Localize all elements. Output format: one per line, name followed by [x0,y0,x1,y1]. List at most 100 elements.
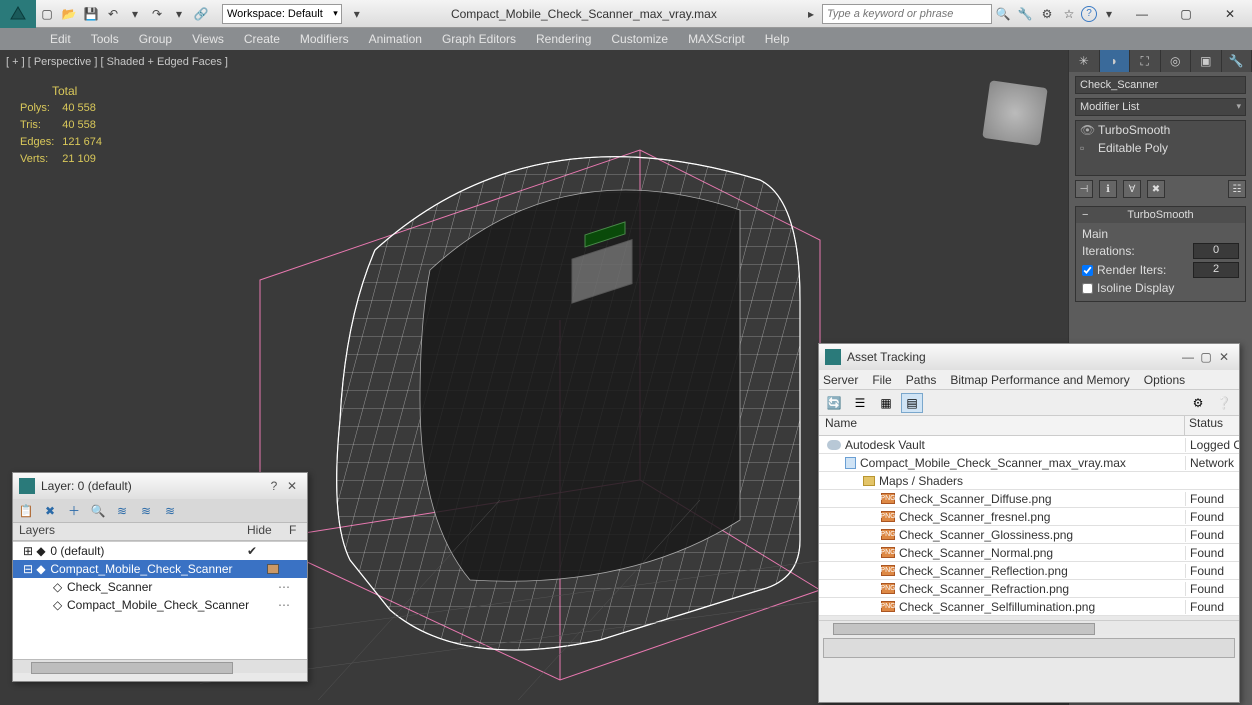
link-icon[interactable]: 🔗 [191,4,211,24]
menu-rendering[interactable]: Rendering [526,28,601,50]
layer-row[interactable]: ⊞ ◆0 (default)✔ [13,542,307,560]
unique-icon[interactable]: ∀ [1123,180,1141,198]
pin-icon[interactable]: ⊣ [1075,180,1093,198]
asset-list[interactable]: Autodesk VaultLogged OCompact_Mobile_Che… [819,436,1239,616]
tab-utilities-icon[interactable]: 🔧 [1222,50,1252,72]
delete-layer-icon[interactable]: ✖ [41,502,59,520]
layer-dialog-title: Layer: 0 (default) [41,479,132,493]
asset-menu-file[interactable]: File [872,373,891,387]
redo-dd-icon[interactable]: ▾ [169,4,189,24]
asset-menu: Server File Paths Bitmap Performance and… [819,370,1239,390]
app-icon[interactable] [0,0,36,28]
rollout-header[interactable]: TurboSmooth [1076,207,1245,223]
render-iters-spinner[interactable]: 2 [1193,262,1239,278]
menu-views[interactable]: Views [182,28,234,50]
menu-grapheditors[interactable]: Graph Editors [432,28,526,50]
asset-refresh-icon[interactable]: 🔄 [823,393,845,413]
asset-row[interactable]: Compact_Mobile_Check_Scanner_max_vray.ma… [819,454,1239,472]
config-icon[interactable]: ☷ [1228,180,1246,198]
menu-edit[interactable]: Edit [40,28,81,50]
close-button[interactable]: ✕ [1208,0,1252,28]
asset-scrollbar[interactable] [819,620,1239,634]
tool1-icon[interactable]: 🔧 [1015,4,1035,24]
asset-help-icon[interactable]: ❔ [1213,393,1235,413]
menu-customize[interactable]: Customize [601,28,678,50]
menu-modifiers[interactable]: Modifiers [290,28,359,50]
asset-maximize-icon[interactable]: ▢ [1197,350,1215,364]
tab-create-icon[interactable]: ✳ [1069,50,1100,72]
new-layer-icon[interactable]: 📋 [17,502,35,520]
asset-menu-paths[interactable]: Paths [906,373,937,387]
workspace-menu-icon[interactable]: ▾ [347,4,367,24]
layer-row[interactable]: ◇Check_Scanner⋯ [13,578,307,596]
favorite-icon[interactable]: ☆ [1059,4,1079,24]
layer-row[interactable]: ◇Compact_Mobile_Check_Scanner⋯ [13,596,307,614]
tool2-icon[interactable]: ⚙ [1037,4,1057,24]
redo-icon[interactable]: ↷ [147,4,167,24]
layer-row[interactable]: ⊟ ◆Compact_Mobile_Check_Scanner [13,560,307,578]
hide-icon[interactable]: ≋ [137,502,155,520]
asset-view3-icon[interactable]: ▤ [901,393,923,413]
asset-menu-bitmap[interactable]: Bitmap Performance and Memory [950,373,1129,387]
asset-row[interactable]: Autodesk VaultLogged O [819,436,1239,454]
layer-scrollbar[interactable] [13,659,307,673]
asset-menu-options[interactable]: Options [1144,373,1185,387]
add-layer-icon[interactable]: ＋ [65,502,83,520]
tab-motion-icon[interactable]: ◎ [1161,50,1192,72]
undo-dd-icon[interactable]: ▾ [125,4,145,24]
asset-view1-icon[interactable]: ☰ [849,393,871,413]
workspace-dropdown[interactable]: Workspace: Default [222,4,342,24]
layer-list[interactable]: ⊞ ◆0 (default)✔ ⊟ ◆Compact_Mobile_Check_… [13,541,307,659]
new-icon[interactable]: ▢ [37,4,57,24]
minimize-button[interactable]: — [1120,0,1164,28]
undo-icon[interactable]: ↶ [103,4,123,24]
search-input[interactable] [822,4,992,24]
menu-animation[interactable]: Animation [359,28,432,50]
tab-hierarchy-icon[interactable]: ⛶ [1130,50,1161,72]
asset-row[interactable]: PNGCheck_Scanner_Glossiness.pngFound [819,526,1239,544]
isoline-checkbox[interactable] [1082,283,1093,294]
menu-maxscript[interactable]: MAXScript [678,28,755,50]
maximize-button[interactable]: ▢ [1164,0,1208,28]
save-icon[interactable]: 💾 [81,4,101,24]
viewcube[interactable] [982,80,1048,146]
freeze-icon[interactable]: ≋ [161,502,179,520]
search-icon[interactable]: 🔍 [993,4,1013,24]
tab-modify-icon[interactable]: ◗ [1100,50,1131,72]
object-name-field[interactable]: Check_Scanner [1075,76,1246,94]
asset-row[interactable]: PNGCheck_Scanner_Reflection.pngFound [819,562,1239,580]
asset-menu-server[interactable]: Server [823,373,858,387]
asset-settings-icon[interactable]: ⚙ [1187,393,1209,413]
menu-help[interactable]: Help [755,28,800,50]
asset-row[interactable]: PNGCheck_Scanner_Refraction.pngFound [819,580,1239,598]
asset-row[interactable]: Maps / Shaders [819,472,1239,490]
menu-tools[interactable]: Tools [81,28,129,50]
title-dd-icon[interactable]: ▸ [801,4,821,24]
tab-display-icon[interactable]: ▣ [1191,50,1222,72]
modifier-stack[interactable]: 👁TurboSmooth ▫Editable Poly [1075,120,1246,176]
menu-create[interactable]: Create [234,28,290,50]
render-iters-checkbox[interactable] [1082,265,1093,276]
select-layer-icon[interactable]: 🔍 [89,502,107,520]
iterations-spinner[interactable]: 0 [1193,243,1239,259]
asset-view2-icon[interactable]: ▦ [875,393,897,413]
layer-dialog-titlebar[interactable]: Layer: 0 (default) ? ✕ [13,473,307,499]
highlight-icon[interactable]: ≋ [113,502,131,520]
asset-row[interactable]: PNGCheck_Scanner_Diffuse.pngFound [819,490,1239,508]
layer-help-icon[interactable]: ? [265,479,283,493]
viewport-label[interactable]: [ + ] [ Perspective ] [ Shaded + Edged F… [6,56,228,68]
help-dd-icon[interactable]: ▾ [1099,4,1119,24]
asset-row[interactable]: PNGCheck_Scanner_Normal.pngFound [819,544,1239,562]
asset-row[interactable]: PNGCheck_Scanner_fresnel.pngFound [819,508,1239,526]
help-icon[interactable]: ? [1081,6,1097,22]
asset-dialog-titlebar[interactable]: Asset Tracking — ▢ ✕ [819,344,1239,370]
show-icon[interactable]: ℹ [1099,180,1117,198]
menu-group[interactable]: Group [129,28,182,50]
asset-minimize-icon[interactable]: — [1179,350,1197,364]
remove-icon[interactable]: ✖ [1147,180,1165,198]
asset-close-icon[interactable]: ✕ [1215,350,1233,364]
open-icon[interactable]: 📂 [59,4,79,24]
asset-row[interactable]: PNGCheck_Scanner_Selfillumination.pngFou… [819,598,1239,616]
modifier-list-dropdown[interactable]: Modifier List [1075,98,1246,116]
layer-close-icon[interactable]: ✕ [283,479,301,493]
